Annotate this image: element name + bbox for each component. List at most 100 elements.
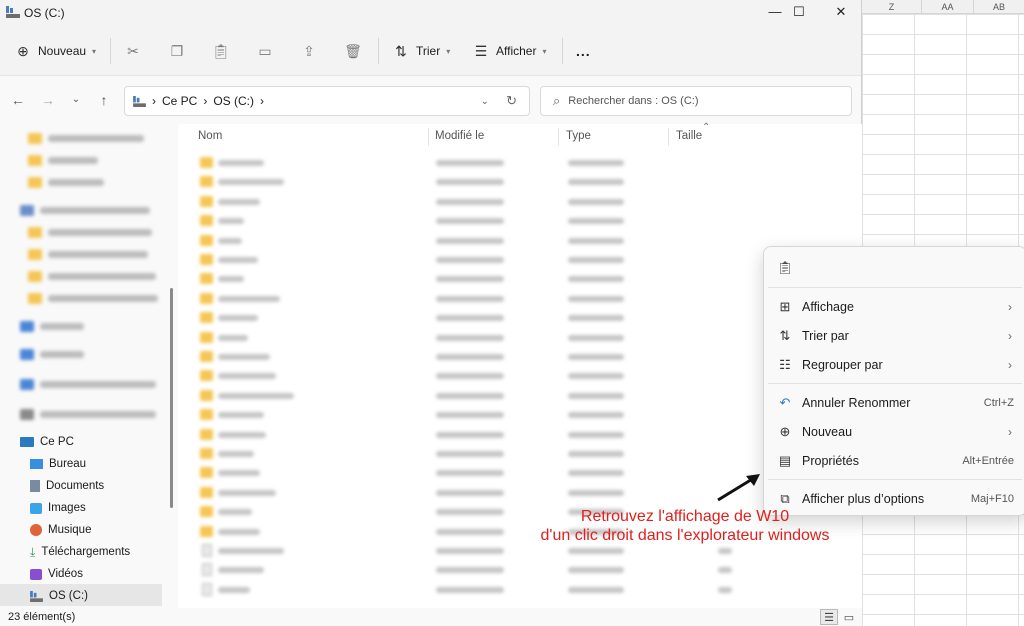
maximize-button[interactable]: ☐ bbox=[788, 3, 810, 21]
table-row[interactable] bbox=[198, 329, 758, 347]
blurred-name bbox=[218, 160, 264, 166]
more-button[interactable]: ... bbox=[576, 40, 591, 62]
menu-item-view[interactable]: ⊞ Affichage › bbox=[764, 293, 1024, 321]
new-button[interactable]: ⊕ Nouveau ▾ bbox=[14, 40, 96, 62]
table-row[interactable] bbox=[198, 464, 758, 482]
toolbar-divider bbox=[378, 38, 379, 64]
table-row[interactable] bbox=[198, 387, 758, 405]
excel-col-ab[interactable]: AB bbox=[974, 0, 1024, 14]
cut-button[interactable]: ✂ bbox=[124, 40, 142, 62]
rename-button[interactable]: ▭ bbox=[256, 40, 274, 62]
table-row[interactable] bbox=[198, 173, 758, 191]
column-divider[interactable] bbox=[558, 128, 559, 146]
column-header-modified[interactable]: Modifié le bbox=[435, 130, 484, 142]
table-row[interactable] bbox=[198, 561, 758, 579]
sidebar-scrollbar[interactable] bbox=[170, 288, 173, 508]
sort-button[interactable]: ⇅ Trier ▾ bbox=[392, 40, 450, 62]
excel-col-z[interactable]: Z bbox=[862, 0, 922, 14]
blurred-type bbox=[568, 392, 624, 399]
details-view-icon[interactable]: ☰ bbox=[820, 609, 838, 625]
menu-item-new[interactable]: ⊕ Nouveau › bbox=[764, 418, 1024, 446]
blurred-folder[interactable] bbox=[28, 222, 152, 242]
column-header-type[interactable]: Type bbox=[566, 130, 591, 142]
table-row[interactable] bbox=[198, 270, 758, 288]
address-history-chevron-icon[interactable]: ⌄ bbox=[481, 96, 489, 107]
table-row[interactable] bbox=[198, 212, 758, 230]
table-row[interactable] bbox=[198, 290, 758, 308]
blurred-cloud[interactable] bbox=[20, 316, 84, 336]
table-row[interactable] bbox=[198, 484, 758, 502]
table-row[interactable] bbox=[198, 309, 758, 327]
menu-item-label: Trier par bbox=[802, 329, 849, 343]
breadcrumb-this-pc[interactable]: Ce PC bbox=[162, 94, 197, 108]
excel-col-aa[interactable]: AA bbox=[922, 0, 974, 14]
sidebar-item-videos[interactable]: Vidéos bbox=[30, 564, 83, 584]
menu-item-group-by[interactable]: ☷ Regrouper par › bbox=[764, 351, 1024, 379]
file-icon bbox=[202, 582, 212, 596]
blurred-folder[interactable] bbox=[28, 288, 158, 308]
menu-item-undo-rename[interactable]: ↶ Annuler Renommer Ctrl+Z bbox=[764, 389, 1024, 417]
blurred-folder[interactable] bbox=[28, 172, 104, 192]
blurred-drive[interactable] bbox=[20, 404, 156, 424]
chevron-right-icon: › bbox=[1008, 329, 1012, 343]
blurred-folder[interactable] bbox=[28, 128, 144, 148]
table-row[interactable] bbox=[198, 348, 758, 366]
blurred-folder[interactable] bbox=[28, 266, 156, 286]
table-row[interactable] bbox=[198, 426, 758, 444]
search-box[interactable]: ⌕ Rechercher dans : OS (C:) bbox=[540, 86, 852, 116]
address-bar[interactable]: › Ce PC › OS (C:) › ⌄ ↻ bbox=[124, 86, 530, 116]
table-row[interactable] bbox=[198, 251, 758, 269]
breadcrumb-drive[interactable]: OS (C:) bbox=[213, 94, 254, 108]
command-bar: ⊕ Nouveau ▾ ✂ ❐ 📋︎ ▭ ⇪ 🗑︎ ⇅ Trier ▾ ☰ Af… bbox=[0, 26, 861, 76]
blurred-type bbox=[568, 548, 624, 554]
table-row[interactable] bbox=[198, 367, 758, 385]
folder-icon bbox=[200, 525, 213, 537]
blurred-date bbox=[436, 470, 504, 477]
blurred-date bbox=[436, 392, 504, 399]
table-row[interactable] bbox=[198, 232, 758, 250]
annotation-text: Retrouvez l'affichage de W10 d'un clic d… bbox=[510, 507, 860, 545]
delete-button[interactable]: 🗑︎ bbox=[344, 40, 362, 62]
up-arrow-icon[interactable]: ↑ bbox=[94, 90, 114, 110]
table-row[interactable] bbox=[198, 581, 758, 599]
menu-item-properties[interactable]: ▤ Propriétés Alt+Entrée bbox=[764, 447, 1024, 475]
table-row[interactable] bbox=[198, 406, 758, 424]
sidebar-item-pictures[interactable]: Images bbox=[30, 498, 86, 518]
blurred-cloud[interactable] bbox=[20, 374, 156, 394]
column-divider[interactable] bbox=[668, 128, 669, 146]
sidebar-item-documents[interactable]: Documents bbox=[30, 476, 104, 496]
folder-icon bbox=[200, 506, 213, 518]
menu-item-sort-by[interactable]: ⇅ Trier par › bbox=[764, 322, 1024, 350]
paste-icon[interactable]: 📋︎ bbox=[776, 259, 794, 277]
close-button[interactable]: ✕ bbox=[830, 3, 852, 21]
table-row[interactable] bbox=[198, 445, 758, 463]
sidebar-item-downloads[interactable]: ⤓ Téléchargements bbox=[30, 542, 130, 562]
forward-arrow-icon[interactable]: → bbox=[38, 90, 58, 110]
blurred-cloud[interactable] bbox=[20, 344, 84, 364]
tiles-view-icon[interactable]: ▭ bbox=[840, 609, 858, 625]
column-divider[interactable] bbox=[428, 128, 429, 146]
annotation-arrow-icon bbox=[717, 474, 760, 502]
column-header-name[interactable]: Nom bbox=[198, 130, 222, 142]
blurred-date bbox=[436, 451, 504, 457]
refresh-icon[interactable]: ↻ bbox=[506, 93, 517, 109]
properties-icon: ▤ bbox=[778, 453, 792, 468]
blurred-folder[interactable] bbox=[20, 200, 150, 220]
column-header-size[interactable]: Taille bbox=[676, 130, 702, 142]
sidebar-item-desktop[interactable]: Bureau bbox=[30, 454, 86, 474]
sidebar-item-os-drive[interactable]: OS (C:) bbox=[30, 586, 88, 606]
blurred-folder[interactable] bbox=[28, 150, 98, 170]
sidebar-item-this-pc[interactable]: Ce PC bbox=[20, 432, 74, 452]
minimize-button[interactable]: — bbox=[764, 3, 786, 21]
copy-button[interactable]: ❐ bbox=[168, 40, 186, 62]
sidebar-item-music[interactable]: Musique bbox=[30, 520, 91, 540]
share-button[interactable]: ⇪ bbox=[300, 40, 318, 62]
blurred-folder[interactable] bbox=[28, 244, 148, 264]
view-button[interactable]: ☰ Afficher ▾ bbox=[472, 40, 547, 62]
sort-icon: ⇅ bbox=[779, 328, 791, 343]
paste-button[interactable]: 📋︎ bbox=[212, 40, 230, 62]
table-row[interactable] bbox=[198, 154, 758, 172]
table-row[interactable] bbox=[198, 193, 758, 211]
back-arrow-icon[interactable]: ← bbox=[8, 90, 28, 110]
recent-chevron-icon[interactable]: ⌄ bbox=[66, 90, 86, 110]
